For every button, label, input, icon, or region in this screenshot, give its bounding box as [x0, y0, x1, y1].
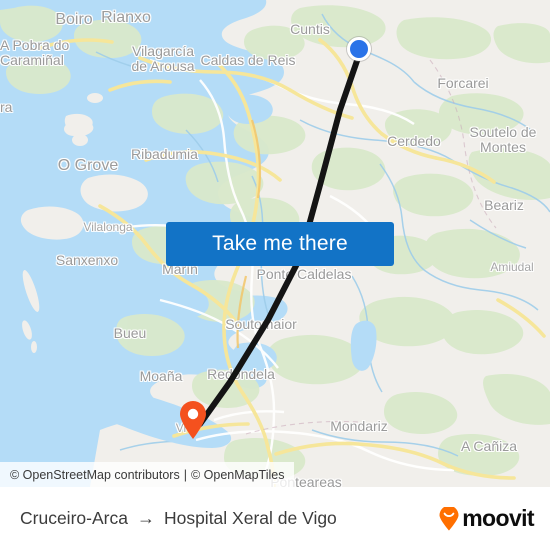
attribution-osm[interactable]: © OpenStreetMap contributors	[10, 468, 180, 482]
destination-pin-marker[interactable]	[178, 400, 208, 440]
route-origin-label: Cruceiro-Arca	[20, 508, 128, 528]
arrow-right-icon: →	[136, 508, 155, 528]
map-canvas[interactable]: A Pobra do Caramiñal Boiro Rianxo ra Vil…	[0, 0, 550, 487]
moovit-wordmark: moovit	[462, 505, 534, 531]
route-footer: Cruceiro-Arca → Hospital Xeral de Vigo m…	[0, 487, 550, 550]
route-destination-label: Hospital Xeral de Vigo	[163, 508, 337, 528]
app-root: A Pobra do Caramiñal Boiro Rianxo ra Vil…	[0, 0, 550, 550]
attribution-separator: |	[183, 467, 187, 482]
origin-dot-marker[interactable]	[347, 37, 371, 61]
map-attribution: © OpenStreetMap contributors | © OpenMap…	[0, 462, 295, 487]
take-me-there-button[interactable]: Take me there	[166, 222, 394, 266]
route-summary: Cruceiro-Arca → Hospital Xeral de Vigo	[20, 508, 337, 529]
moovit-logo[interactable]: moovit	[438, 505, 535, 532]
attribution-openmaptiles[interactable]: © OpenMapTiles	[191, 468, 285, 482]
moovit-pin-icon	[438, 505, 460, 531]
